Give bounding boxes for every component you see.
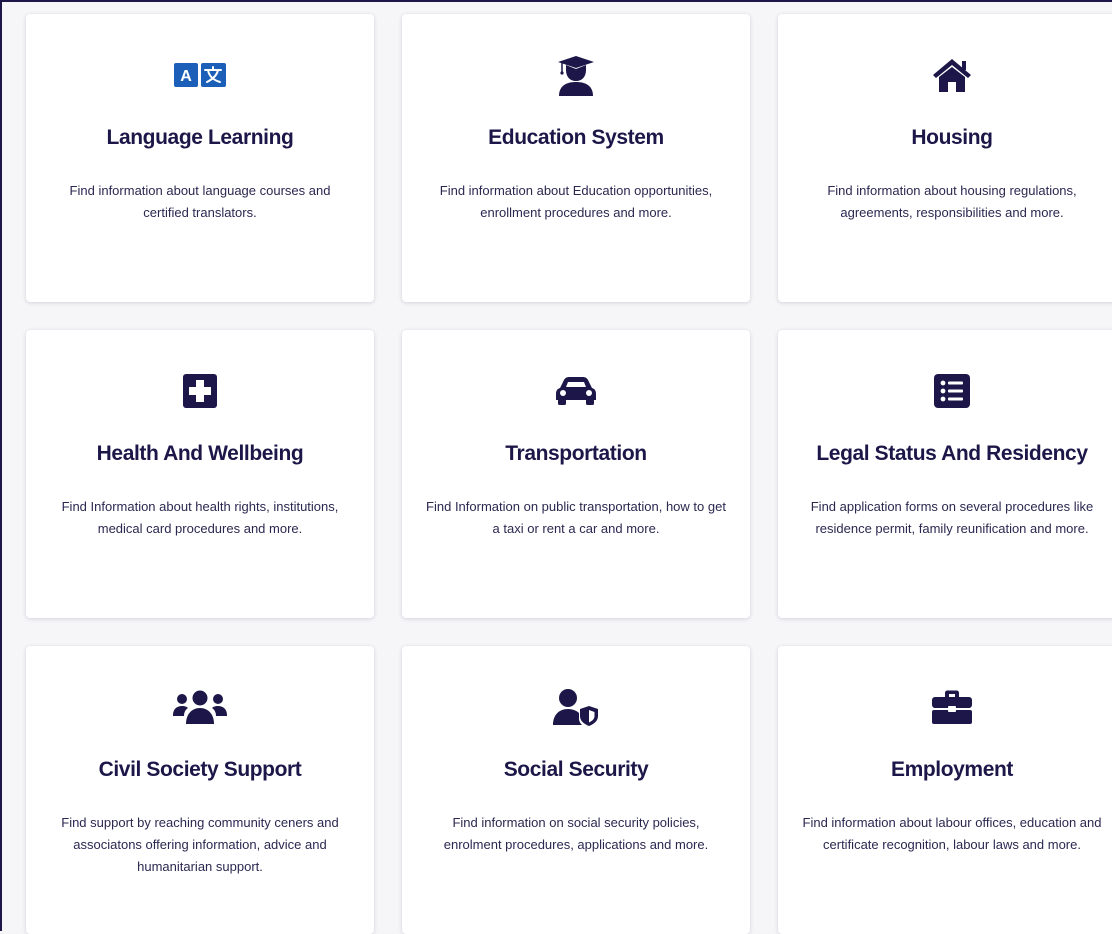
users-icon (26, 686, 374, 728)
svg-text:A: A (180, 68, 192, 85)
card-description: Find Information on public transportatio… (426, 499, 726, 536)
car-icon (402, 370, 750, 412)
user-shield-icon (402, 686, 750, 728)
card-description: Find information on social security poli… (443, 815, 709, 852)
card-description: Find information about Education opportu… (439, 183, 713, 220)
card-description: Find application forms on several proced… (810, 499, 1094, 536)
card-title: Transportation (505, 442, 647, 465)
card-title: Language Learning (106, 126, 294, 149)
card-transportation[interactable]: Transportation Find Information on publi… (402, 330, 750, 618)
card-description: Find Information about health rights, in… (61, 499, 339, 536)
card-civil-society-support[interactable]: Civil Society Support Find support by re… (26, 646, 374, 934)
card-title: Civil Society Support (98, 758, 302, 781)
card-title: Housing (911, 126, 993, 149)
card-language-learning[interactable]: A Language Learning Find information abo… (26, 14, 374, 302)
card-title: Social Security (503, 758, 649, 781)
card-employment[interactable]: Employment Find information about labour… (778, 646, 1112, 934)
card-title: Health And Wellbeing (96, 442, 304, 465)
card-title: Education System (488, 126, 664, 149)
category-grid: A Language Learning Find information abo… (26, 14, 1112, 934)
card-legal-status-residency[interactable]: Legal Status And Residency Find applicat… (778, 330, 1112, 618)
language-translate-icon: A (26, 54, 374, 96)
list-icon (778, 370, 1112, 412)
medical-plus-icon (26, 370, 374, 412)
card-health-wellbeing[interactable]: Health And Wellbeing Find Information ab… (26, 330, 374, 618)
graduate-icon (402, 54, 750, 96)
card-description: Find support by reaching community cener… (61, 815, 339, 874)
home-icon (778, 54, 1112, 96)
briefcase-icon (778, 686, 1112, 728)
card-social-security[interactable]: Social Security Find information on soci… (402, 646, 750, 934)
page-frame: A Language Learning Find information abo… (0, 0, 1112, 934)
card-description: Find information about labour offices, e… (802, 815, 1102, 852)
card-title: Legal Status And Residency (816, 442, 1088, 465)
card-description: Find information about housing regulatio… (827, 183, 1077, 220)
card-description: Find information about language courses … (69, 183, 331, 220)
card-title: Employment (890, 758, 1014, 781)
card-education-system[interactable]: Education System Find information about … (402, 14, 750, 302)
card-housing[interactable]: Housing Find information about housing r… (778, 14, 1112, 302)
